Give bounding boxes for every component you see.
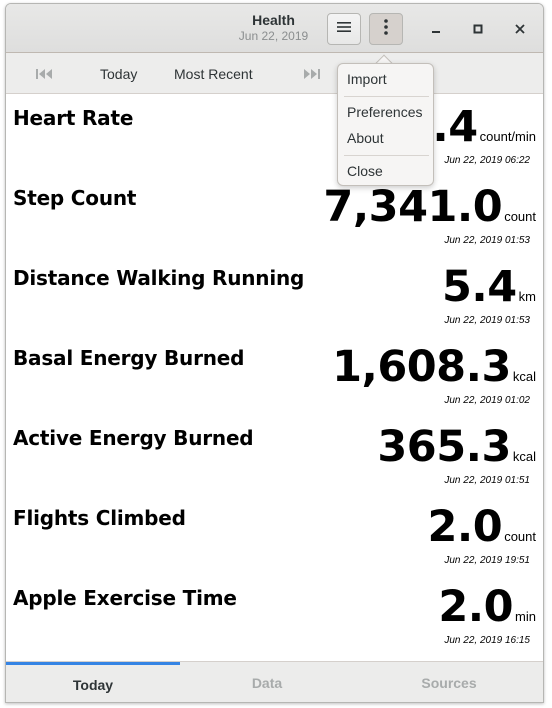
last-button[interactable]: [304, 53, 320, 94]
metric-row[interactable]: Basal Energy Burned 1,608.3 kcal Jun 22,…: [6, 334, 543, 414]
metric-unit: min: [515, 609, 536, 624]
menu-separator: [344, 96, 429, 97]
metric-row[interactable]: Apple Exercise Time 2.0 min Jun 22, 2019…: [6, 574, 543, 654]
metric-value-row: 365.3 kcal: [377, 422, 536, 472]
menu-item-import[interactable]: Import: [347, 69, 427, 89]
menu-item-about[interactable]: About: [347, 128, 427, 148]
maximize-icon: [473, 21, 483, 37]
vertical-dots-icon: [384, 18, 388, 40]
menu-item-close[interactable]: Close: [347, 161, 427, 181]
most-recent-button[interactable]: Most Recent: [174, 53, 253, 94]
metric-value: 2.0: [427, 502, 503, 552]
metric-value-row: 5.4 km: [442, 262, 536, 312]
metric-unit: count/min: [479, 129, 536, 144]
metric-value: 5.4: [441, 262, 517, 312]
metric-value: 1,608.3: [332, 342, 511, 392]
metric-unit: count: [504, 209, 536, 224]
tab-data[interactable]: Data: [180, 662, 354, 702]
skip-first-icon: [36, 66, 52, 82]
metric-date: Jun 22, 2019 16:15: [444, 635, 530, 646]
metric-date: Jun 22, 2019 01:53: [444, 235, 530, 246]
close-button[interactable]: [508, 17, 532, 41]
maximize-button[interactable]: [466, 17, 490, 41]
metric-unit: count: [504, 529, 536, 544]
view-switcher: Today Data Sources: [6, 661, 543, 702]
metric-name: Step Count: [13, 186, 137, 210]
metric-unit: kcal: [512, 449, 536, 464]
metric-date: Jun 22, 2019 01:53: [444, 315, 530, 326]
metric-value-row: 2.0 min: [438, 582, 536, 632]
metric-row[interactable]: Active Energy Burned 365.3 kcal Jun 22, …: [6, 414, 543, 494]
metric-value-row: 2.0 count: [428, 502, 537, 552]
minimize-button[interactable]: [424, 17, 448, 41]
metric-row[interactable]: Step Count 7,341.0 count Jun 22, 2019 01…: [6, 174, 543, 254]
metric-name: Active Energy Burned: [13, 426, 254, 450]
app-menu-popover: Import Preferences About Close: [337, 63, 434, 186]
metric-name: Distance Walking Running: [13, 266, 305, 290]
menu-item-preferences[interactable]: Preferences: [347, 102, 427, 122]
metric-value: 7,341.0: [323, 182, 503, 232]
skip-last-icon: [304, 66, 320, 82]
first-button[interactable]: [36, 53, 52, 94]
metrics-list: Heart Rate 101.4 count/min Jun 22, 2019 …: [6, 94, 543, 661]
metric-date: Jun 22, 2019 19:51: [444, 555, 530, 566]
metric-unit: kcal: [512, 369, 536, 384]
metric-name: Basal Energy Burned: [13, 346, 245, 370]
tab-today[interactable]: Today: [6, 662, 180, 702]
metric-name: Heart Rate: [13, 106, 134, 130]
metric-row[interactable]: Flights Climbed 2.0 count Jun 22, 2019 1…: [6, 494, 543, 574]
metric-date: Jun 22, 2019 06:22: [444, 155, 530, 166]
metric-row[interactable]: Distance Walking Running 5.4 km Jun 22, …: [6, 254, 543, 334]
metric-date: Jun 22, 2019 01:02: [444, 395, 530, 406]
metric-value-row: 1,608.3 kcal: [332, 342, 536, 392]
app-window: Health Jun 22, 2019 Today Most Recent He…: [5, 3, 544, 703]
menu-separator: [344, 155, 429, 156]
headerbar: Health Jun 22, 2019: [6, 4, 543, 53]
metric-value: 365.3: [377, 422, 511, 472]
metric-value: 2.0: [438, 582, 514, 632]
tab-sources[interactable]: Sources: [354, 662, 543, 702]
minimize-icon: [431, 21, 441, 37]
hamburger-list-icon: [337, 20, 351, 38]
close-icon: [515, 21, 525, 37]
metric-name: Apple Exercise Time: [13, 586, 237, 610]
metric-value-row: 7,341.0 count: [323, 182, 536, 232]
metric-row[interactable]: Heart Rate 101.4 count/min Jun 22, 2019 …: [6, 94, 543, 174]
metric-unit: km: [518, 289, 536, 304]
toolbar: Today Most Recent: [6, 53, 543, 94]
today-button[interactable]: Today: [100, 53, 137, 94]
metric-date: Jun 22, 2019 01:51: [444, 475, 530, 486]
metric-name: Flights Climbed: [13, 506, 186, 530]
menu-button[interactable]: [369, 13, 403, 45]
list-button[interactable]: [327, 13, 361, 45]
